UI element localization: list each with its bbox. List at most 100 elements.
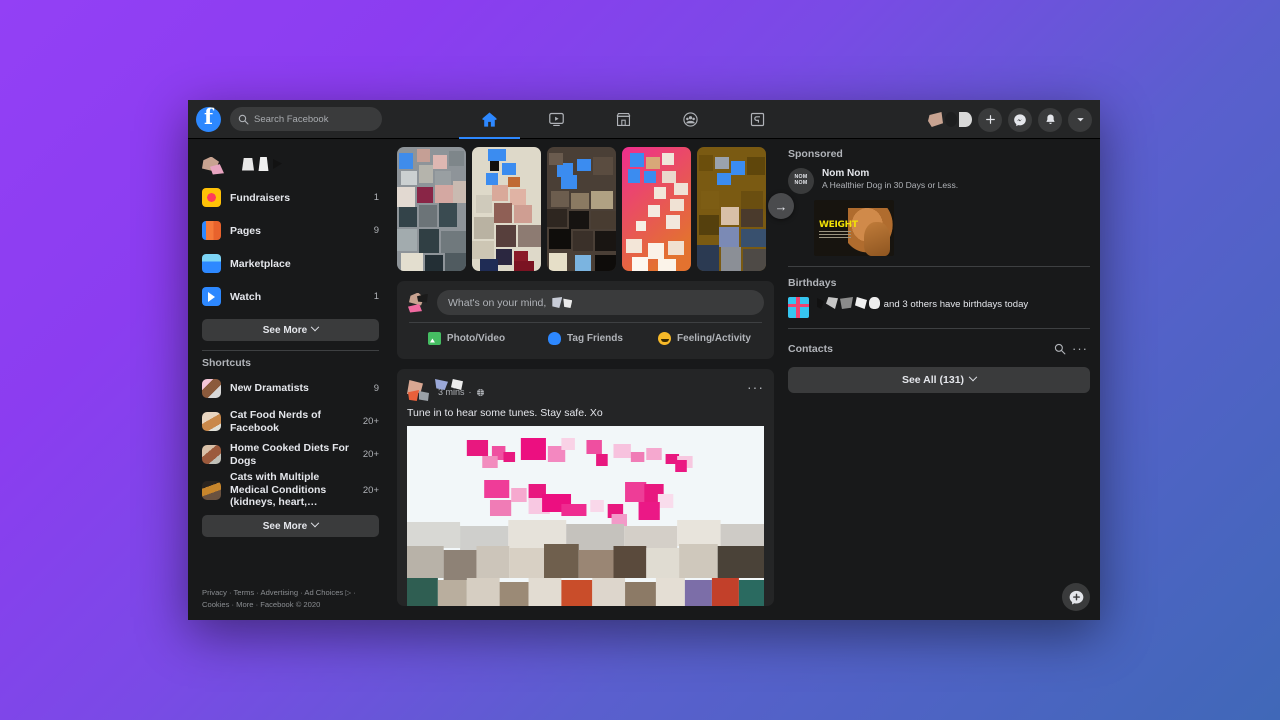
right-sidebar: Sponsored NOM NOM Nom Nom A Healthier Do… bbox=[778, 139, 1100, 620]
composer-input[interactable]: What's on your mind, bbox=[437, 290, 764, 315]
post-image-content bbox=[407, 426, 764, 606]
redacted-block bbox=[959, 112, 972, 127]
photo-video-button[interactable]: Photo/Video bbox=[407, 332, 526, 345]
see-all-contacts-button[interactable]: See All (131) bbox=[788, 367, 1090, 393]
gift-icon bbox=[788, 297, 809, 318]
post-composer: What's on your mind, Photo/Video Tag F bbox=[397, 281, 774, 359]
birthdays-item[interactable]: and 3 others have birthdays today bbox=[788, 297, 1090, 318]
ad-image[interactable]: WEIGHT bbox=[814, 200, 894, 256]
shortcut-count: 9 bbox=[374, 383, 379, 394]
contacts-search-button[interactable] bbox=[1050, 339, 1070, 359]
sidebar-item-fundraisers[interactable]: Fundraisers 1 bbox=[196, 181, 385, 214]
shortcut-label: Home Cooked Diets For Dogs bbox=[230, 442, 354, 467]
shortcuts-see-more-button[interactable]: See More bbox=[202, 515, 379, 537]
shortcut-count: 20+ bbox=[363, 449, 379, 460]
create-button[interactable] bbox=[978, 108, 1002, 132]
sidebar-item-count: 1 bbox=[374, 192, 379, 203]
see-more-label: See More bbox=[263, 325, 307, 336]
divider bbox=[202, 350, 379, 351]
pages-flag-icon bbox=[202, 221, 221, 240]
chevron-down-icon bbox=[311, 323, 319, 331]
notifications-button[interactable] bbox=[1038, 108, 1062, 132]
search-icon bbox=[238, 114, 249, 125]
messenger-button[interactable] bbox=[1008, 108, 1032, 132]
name-redacted bbox=[869, 297, 880, 309]
name-redacted bbox=[855, 297, 867, 309]
tag-friends-button[interactable]: Tag Friends bbox=[526, 332, 645, 345]
story-thumbnail bbox=[547, 147, 616, 271]
contacts-header: Contacts ··· bbox=[788, 339, 1090, 359]
photo-video-label: Photo/Video bbox=[447, 333, 505, 344]
watch-play-icon bbox=[202, 287, 221, 306]
post-text: Tune in to hear some tunes. Stay safe. X… bbox=[407, 407, 764, 419]
marketplace-store-icon bbox=[615, 111, 632, 128]
sidebar-shortcut-cats-medical[interactable]: Cats with Multiple Medical Conditions (k… bbox=[196, 471, 385, 509]
profile-name-redacted[interactable] bbox=[928, 111, 972, 128]
footer-line-2[interactable]: Cookies · More · Facebook © 2020 bbox=[202, 599, 384, 611]
shortcut-count: 20+ bbox=[363, 485, 379, 496]
birthdays-suffix-text: others have birthdays today bbox=[910, 299, 1028, 310]
post-image[interactable] bbox=[407, 426, 764, 606]
shortcut-label: Cat Food Nerds of Facebook bbox=[230, 409, 354, 434]
account-menu-button[interactable] bbox=[1068, 108, 1092, 132]
advertiser-logo-line-2: NOM bbox=[794, 181, 807, 187]
post-menu-button[interactable]: ··· bbox=[747, 378, 764, 392]
tab-watch[interactable] bbox=[523, 100, 590, 139]
sidebar-shortcut-cat-food-nerds[interactable]: Cat Food Nerds of Facebook 20+ bbox=[196, 405, 385, 438]
new-message-button[interactable] bbox=[1062, 583, 1090, 611]
shortcut-thumbnail bbox=[202, 445, 221, 464]
shortcut-count: 20+ bbox=[363, 416, 379, 427]
contacts-title: Contacts bbox=[788, 343, 1050, 355]
contacts-more-button[interactable]: ··· bbox=[1070, 339, 1090, 359]
ad-image-headline: WEIGHT bbox=[819, 220, 858, 230]
ad-subtitle: A Healthier Dog in 30 Days or Less. bbox=[822, 180, 958, 190]
post-timestamp[interactable]: 3 mins · bbox=[438, 387, 740, 397]
sidebar-shortcut-new-dramatists[interactable]: New Dramatists 9 bbox=[196, 372, 385, 405]
avatar[interactable] bbox=[407, 378, 431, 402]
tab-marketplace[interactable] bbox=[590, 100, 657, 139]
story-card[interactable] bbox=[697, 147, 766, 271]
story-card[interactable] bbox=[397, 147, 466, 271]
redacted-block bbox=[945, 112, 957, 127]
sidebar-item-pages[interactable]: Pages 9 bbox=[196, 214, 385, 247]
name-redacted bbox=[840, 297, 853, 309]
sidebar-item-label: Marketplace bbox=[230, 258, 370, 270]
footer-line-1[interactable]: Privacy · Terms · Advertising · Ad Choic… bbox=[202, 587, 384, 599]
search-input[interactable]: Search Facebook bbox=[230, 107, 382, 131]
tab-groups[interactable] bbox=[657, 100, 724, 139]
more-options-icon: ··· bbox=[747, 379, 764, 395]
sidebar-item-watch[interactable]: Watch 1 bbox=[196, 280, 385, 313]
avatar bbox=[928, 112, 943, 127]
main-content: Fundraisers 1 Pages 9 Marketplace Watch … bbox=[188, 139, 1100, 620]
story-card[interactable] bbox=[547, 147, 616, 271]
name-redacted bbox=[552, 297, 572, 308]
top-navigation-bar: Search Facebook bbox=[188, 100, 1100, 139]
sidebar-item-profile[interactable] bbox=[196, 147, 385, 181]
watch-video-icon bbox=[548, 111, 565, 128]
sponsored-ad[interactable]: NOM NOM Nom Nom A Healthier Dog in 30 Da… bbox=[788, 168, 1090, 194]
chevron-down-icon bbox=[311, 519, 319, 527]
see-more-label: See More bbox=[263, 521, 307, 532]
tab-home[interactable] bbox=[456, 100, 523, 139]
story-card[interactable] bbox=[622, 147, 691, 271]
sidebar-item-label: Pages bbox=[230, 225, 365, 237]
chevron-down-icon bbox=[969, 373, 977, 381]
shortcuts-title: Shortcuts bbox=[196, 357, 385, 369]
story-card[interactable] bbox=[472, 147, 541, 271]
bell-icon bbox=[1044, 113, 1057, 126]
tab-gaming[interactable] bbox=[724, 100, 791, 139]
ad-image-subtext bbox=[819, 231, 851, 240]
groups-icon bbox=[682, 111, 699, 128]
facebook-logo-icon[interactable] bbox=[196, 107, 221, 132]
tag-friends-icon bbox=[548, 332, 561, 345]
sidebar-see-more-button[interactable]: See More bbox=[202, 319, 379, 341]
avatar[interactable] bbox=[407, 292, 429, 314]
name-redacted bbox=[817, 298, 824, 309]
sidebar-shortcut-home-cooked-diets[interactable]: Home Cooked Diets For Dogs 20+ bbox=[196, 438, 385, 471]
new-message-icon bbox=[1068, 589, 1085, 606]
sidebar-item-label: Watch bbox=[230, 291, 365, 303]
sidebar-item-marketplace[interactable]: Marketplace bbox=[196, 247, 385, 280]
redacted-block bbox=[258, 157, 269, 171]
birthdays-text: and 3 others have birthdays today bbox=[816, 297, 1028, 312]
feeling-activity-button[interactable]: Feeling/Activity bbox=[645, 332, 764, 345]
